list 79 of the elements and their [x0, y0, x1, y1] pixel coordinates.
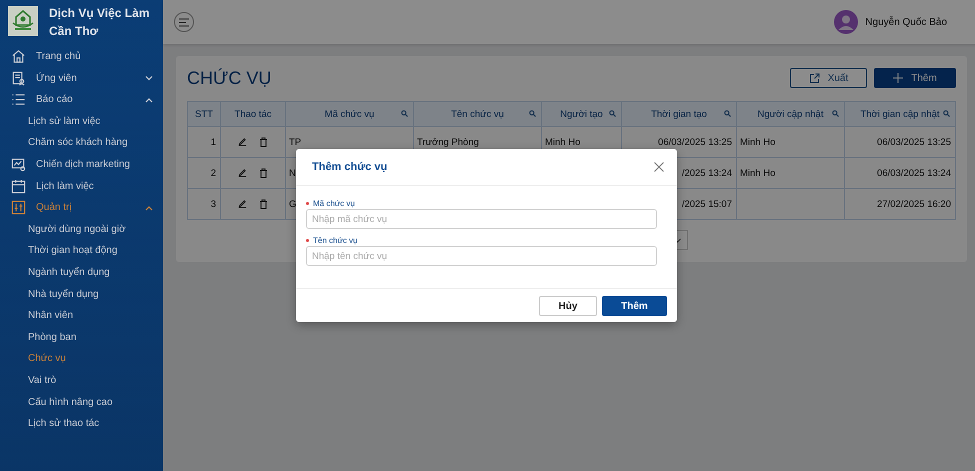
table-cell: /2025 13:24 — [682, 168, 732, 178]
add-button[interactable]: Thêm — [874, 68, 956, 88]
sidebar-subitem[interactable]: Lịch sử làm việc — [0, 110, 163, 132]
column-header: Thời gian tạo — [622, 102, 736, 126]
sidebar-subitem[interactable]: Người dùng ngoài giờ — [0, 218, 163, 240]
column-header: Thao tác — [220, 102, 286, 126]
table-cell: TP — [289, 136, 302, 148]
sidebar-subitem[interactable]: Chăm sóc khách hàng — [0, 132, 163, 154]
sliders-icon — [11, 200, 26, 216]
column-header: Người cập nhật — [736, 102, 844, 126]
table-cell: 3 — [210, 198, 216, 210]
home-icon — [11, 49, 26, 64]
cancel-button[interactable]: Hủy — [539, 296, 597, 316]
table-cell: N — [289, 168, 296, 178]
column-header: Người tạo — [542, 102, 622, 126]
dialog-title: Thêm chức vụ — [312, 161, 388, 173]
search-icon[interactable] — [401, 110, 408, 117]
trash-icon[interactable] — [258, 199, 268, 209]
list-icon — [11, 92, 26, 108]
sidebar-item[interactable]: Lịch làm việc — [0, 176, 163, 198]
avatar-icon — [834, 10, 858, 34]
table-cell: G — [289, 198, 296, 210]
sidebar-subitem[interactable]: Chức vụ — [0, 348, 163, 370]
edit-icon[interactable] — [238, 168, 246, 177]
sidebar-subitem[interactable]: Lịch sử thao tác — [0, 413, 163, 435]
export-icon — [808, 72, 820, 84]
sidebar-subitem[interactable]: Ngành tuyển dụng — [0, 262, 163, 284]
search-icon[interactable] — [609, 110, 616, 117]
table-cell: 06/03/2025 13:25 — [658, 136, 732, 148]
logo-icon — [8, 6, 38, 36]
table-cell: Minh Ho — [740, 136, 776, 148]
search-icon[interactable] — [943, 110, 950, 117]
menu-button[interactable] — [174, 12, 194, 32]
edit-icon[interactable] — [238, 199, 246, 208]
edit-icon[interactable] — [238, 137, 246, 146]
chart-board-icon — [11, 157, 26, 172]
column-header: STT — [188, 102, 220, 126]
sidebar-item[interactable]: Quản trị — [0, 197, 163, 219]
table-cell: Minh Ho — [740, 168, 776, 178]
menu-icon — [179, 18, 189, 26]
sidebar-subitem[interactable]: Vai trò — [0, 370, 163, 392]
close-icon[interactable] — [654, 162, 664, 172]
table-cell: 2 — [210, 168, 216, 178]
input-field[interactable]: Nhập tên chức vụ — [306, 246, 657, 266]
submit-button[interactable]: Thêm — [602, 296, 667, 316]
search-icon[interactable] — [529, 110, 536, 117]
search-icon[interactable] — [724, 110, 731, 117]
document-user-icon — [11, 70, 26, 86]
sidebar-subitem[interactable]: Phòng ban — [0, 326, 163, 348]
page-title: CHỨC VỤ — [187, 68, 272, 88]
sidebar-subitem[interactable]: Cấu hình nâng cao — [0, 392, 163, 414]
sidebar-item[interactable]: Báo cáo — [0, 89, 163, 111]
sidebar-subitem[interactable]: Nhân viên — [0, 305, 163, 327]
sidebar-subitem[interactable]: Thời gian hoạt động — [0, 240, 163, 262]
column-header: Thời gian cập nhật — [844, 102, 956, 126]
trash-icon[interactable] — [258, 137, 268, 147]
search-icon[interactable] — [832, 110, 839, 117]
sidebar-item[interactable]: Trang chủ — [0, 46, 163, 68]
table-cell: 27/02/2025 16:20 — [877, 198, 951, 210]
plus-icon — [893, 73, 904, 83]
table-cell: 1 — [210, 136, 216, 148]
field-label: Tên chức vụ — [313, 236, 358, 245]
calendar-icon — [11, 178, 26, 194]
table-cell: /2025 15:07 — [682, 198, 732, 210]
sidebar-subitem[interactable]: Nhà tuyển dụng — [0, 284, 163, 306]
sidebar-item[interactable]: Ứng viên — [0, 68, 163, 90]
table-cell: Trưởng Phòng — [417, 136, 479, 148]
trash-icon[interactable] — [258, 168, 268, 178]
column-header: Mã chức vụ — [286, 102, 414, 126]
sidebar-item[interactable]: Chiến dịch marketing — [0, 154, 163, 176]
column-header: Tên chức vụ — [414, 102, 542, 126]
input-field[interactable]: Nhập mã chức vụ — [306, 209, 657, 229]
table-cell: 06/03/2025 13:25 — [877, 136, 951, 148]
export-button[interactable]: Xuất — [790, 68, 867, 88]
brand-title: Dịch Vụ Việc Làm Cần Thơ — [49, 5, 150, 40]
table-cell: Minh Ho — [545, 136, 580, 148]
table-cell: 06/03/2025 13:24 — [877, 168, 951, 178]
user-name: Nguyễn Quốc Bảo — [865, 16, 947, 28]
field-label: Mã chức vụ — [313, 199, 355, 208]
